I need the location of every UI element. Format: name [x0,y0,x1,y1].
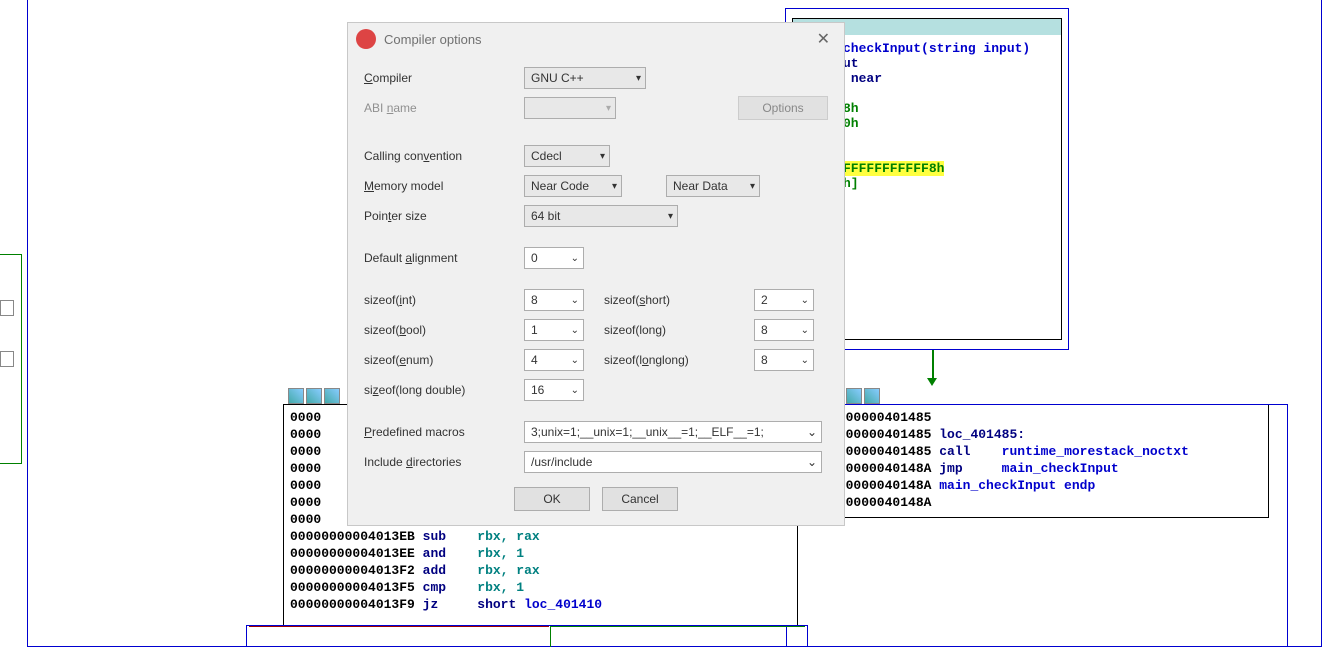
pointer-size-label: Pointer size [364,209,524,223]
chevron-down-icon: ▾ [612,181,617,192]
icon-3 [864,388,880,404]
sizeof-long-label: sizeof(long) [604,323,754,337]
abi-name-select: ▾ [524,97,616,119]
left-node-icons [288,388,340,404]
default-alignment-label: Default alignment [364,251,524,265]
asm-row: 00000000004013EE and rbx, 1 [290,545,791,562]
asm-row: 00000000004013F9 jz short loc_401410 [290,596,791,613]
top-node-v1: 8h [843,101,859,116]
right-node-border [786,404,1288,647]
green-border-segment [0,254,22,464]
icon-b [306,388,322,404]
cancel-button[interactable]: Cancel [602,487,678,511]
chevron-down-icon: ⌄ [801,325,809,336]
sizeof-enum-label: sizeof(enum) [364,353,524,367]
chevron-down-icon: ⌄ [571,355,579,366]
predefined-macros-label: Predefined macros [364,425,524,439]
include-directories-input[interactable]: /usr/include⌄ [524,451,822,473]
chevron-down-icon: ▾ [600,151,605,162]
chevron-down-icon: ⌄ [571,253,579,264]
sizeof-short-label: sizeof(short) [604,293,754,307]
close-icon[interactable]: ✕ [811,29,836,49]
sizeof-bool-label: sizeof(bool) [364,323,524,337]
options-button: Options [738,96,828,120]
top-node-suffix: h] [843,176,859,191]
default-alignment-select[interactable]: 0⌄ [524,247,584,269]
sizeof-short-select[interactable]: 2⌄ [754,289,814,311]
sizeof-long-double-label: sizeof(long double) [364,383,524,397]
dialog-body: Compiler GNU C++▾ ABI name ▾ Options Cal… [348,55,844,525]
chevron-down-icon: ▾ [750,181,755,192]
asm-row: 00000000004013EB sub rbx, rax [290,528,791,545]
sizeof-longlong-label: sizeof(longlong) [604,353,754,367]
compiler-select[interactable]: GNU C++▾ [524,67,646,89]
chevron-down-icon: ⌄ [807,425,817,439]
memory-model-code-select[interactable]: Near Code▾ [524,175,622,197]
calling-convention-label: Calling convention [364,149,524,163]
chevron-down-icon: ⌄ [801,355,809,366]
sizeof-longlong-select[interactable]: 8⌄ [754,349,814,371]
sizeof-enum-select[interactable]: 4⌄ [524,349,584,371]
abi-name-label: ABI name [364,101,524,115]
icon-2 [846,388,862,404]
predefined-macros-input[interactable]: 3;unix=1;__unix=1;__unix__=1;__ELF__=1;⌄ [524,421,822,443]
chevron-down-icon: ⌄ [807,455,817,469]
red-edge-bottom [249,626,549,647]
top-node-ut: ut [843,56,859,71]
calling-convention-select[interactable]: Cdecl▾ [524,145,610,167]
sizeof-int-select[interactable]: 8⌄ [524,289,584,311]
arrow-green-head [927,378,937,386]
include-directories-label: Include directories [364,455,524,469]
top-node-highlight: FFFFFFFFFFF8h [843,161,944,176]
sizeof-bool-select[interactable]: 1⌄ [524,319,584,341]
chevron-down-icon: ⌄ [571,385,579,396]
arrow-green [932,350,934,380]
ok-button[interactable]: OK [514,487,590,511]
chevron-down-icon: ⌄ [571,295,579,306]
app-icon [356,29,376,49]
sizeof-long-select[interactable]: 8⌄ [754,319,814,341]
icon-a [288,388,304,404]
top-node-sig: checkInput(string input) [843,41,1030,56]
asm-row: 00000000004013F5 cmp rbx, 1 [290,579,791,596]
green-edge-bottom [550,626,805,647]
chevron-down-icon: ▾ [606,103,611,114]
compiler-options-dialog[interactable]: Compiler options ✕ Compiler GNU C++▾ ABI… [347,22,845,526]
top-node-near: near [851,71,882,86]
asm-row: 00000000004013F2 add rbx, rax [290,562,791,579]
dialog-titlebar[interactable]: Compiler options ✕ [348,23,844,55]
chevron-down-icon: ▾ [636,73,641,84]
chevron-down-icon: ⌄ [801,295,809,306]
dialog-title-text: Compiler options [384,32,482,47]
pointer-size-select[interactable]: 64 bit▾ [524,205,678,227]
compiler-label: Compiler [364,71,524,85]
icon-c [324,388,340,404]
top-node-v2: 0h [843,116,859,131]
sizeof-long-double-select[interactable]: 16⌄ [524,379,584,401]
chevron-down-icon: ▾ [668,211,673,222]
memory-model-data-select[interactable]: Near Data▾ [666,175,760,197]
memory-model-label: Memory model [364,179,524,193]
chevron-down-icon: ⌄ [571,325,579,336]
sizeof-int-label: sizeof(int) [364,293,524,307]
